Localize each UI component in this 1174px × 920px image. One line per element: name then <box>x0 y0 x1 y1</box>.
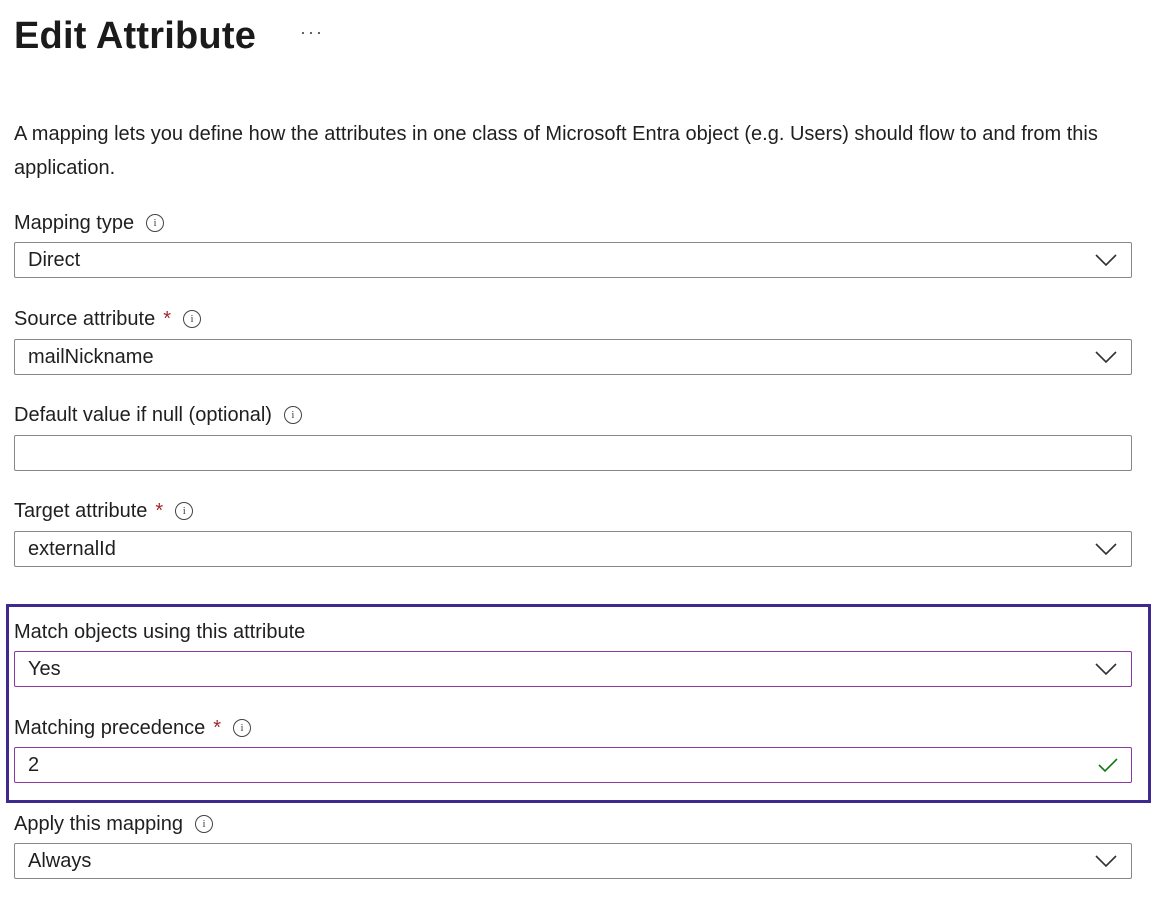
edit-attribute-panel: Edit Attribute ··· A mapping lets you de… <box>0 0 1174 920</box>
info-icon[interactable]: i <box>283 406 302 424</box>
info-icon[interactable]: i <box>146 214 165 232</box>
info-icon[interactable]: i <box>233 719 252 737</box>
default-value-label: Default value if null (optional) i <box>14 402 302 428</box>
info-icon[interactable]: i <box>183 310 201 328</box>
mapping-type-dropdown[interactable]: Direct <box>14 242 1132 278</box>
info-icon[interactable]: i <box>194 815 213 833</box>
matching-precedence-field[interactable] <box>28 750 1097 780</box>
checkmark-icon <box>1098 758 1118 773</box>
mapping-type-label-text: Mapping type <box>14 211 135 234</box>
default-value-field[interactable] <box>28 438 1131 468</box>
info-icon[interactable]: i <box>175 502 194 520</box>
apply-mapping-label-text: Apply this mapping <box>14 812 183 835</box>
required-asterisk: * <box>163 307 171 330</box>
apply-mapping-label: Apply this mapping i <box>14 811 213 837</box>
default-value-label-text: Default value if null (optional) <box>14 403 272 426</box>
page-title: Edit Attribute <box>14 14 257 57</box>
chevron-down-icon <box>1095 543 1117 556</box>
source-attribute-dropdown[interactable]: mailNickname <box>14 339 1132 375</box>
target-attribute-label-text: Target attribute <box>14 499 148 522</box>
default-value-input[interactable] <box>14 435 1132 471</box>
required-asterisk: * <box>213 716 222 739</box>
target-attribute-value: externalId <box>28 537 116 560</box>
match-objects-label: Match objects using this attribute <box>14 619 305 645</box>
target-attribute-dropdown[interactable]: externalId <box>14 531 1132 567</box>
chevron-down-icon <box>1095 351 1117 364</box>
mapping-type-label: Mapping type i <box>14 210 165 236</box>
match-objects-label-text: Match objects using this attribute <box>14 620 306 643</box>
mapping-description: A mapping lets you define how the attrib… <box>14 123 1098 179</box>
title-row: Edit Attribute ··· <box>14 12 328 60</box>
match-objects-dropdown[interactable]: Yes <box>14 651 1132 687</box>
required-asterisk: * <box>155 499 164 522</box>
more-options-button[interactable]: ··· <box>296 23 328 41</box>
chevron-down-icon <box>1095 254 1117 267</box>
matching-precedence-label: Matching precedence * i <box>14 715 252 741</box>
matching-precedence-label-text: Matching precedence <box>14 716 206 739</box>
chevron-down-icon <box>1095 855 1117 868</box>
target-attribute-label: Target attribute * i <box>14 498 194 524</box>
match-objects-value: Yes <box>28 657 61 680</box>
source-attribute-label-text: Source attribute <box>14 307 156 330</box>
source-attribute-label: Source attribute * i <box>14 306 201 332</box>
matching-precedence-input[interactable] <box>14 747 1132 783</box>
apply-mapping-dropdown[interactable]: Always <box>14 843 1132 879</box>
mapping-type-value: Direct <box>28 248 81 271</box>
source-attribute-value: mailNickname <box>28 345 154 368</box>
apply-mapping-value: Always <box>28 849 92 872</box>
chevron-down-icon <box>1095 663 1117 676</box>
